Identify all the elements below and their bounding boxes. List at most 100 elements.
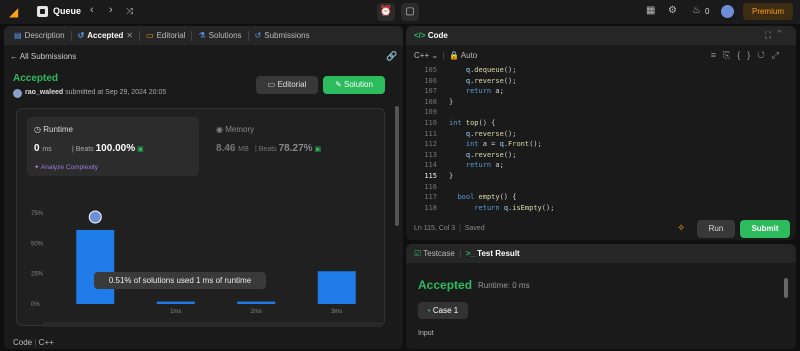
history-icon: ↺	[77, 31, 85, 40]
x-tick-label: 3ms	[331, 309, 342, 315]
tab-editorial[interactable]: ▭ Editorial	[140, 31, 191, 40]
code-line: }	[449, 97, 454, 106]
code-line: return a;	[465, 161, 504, 170]
tab-testcase[interactable]: ☑ Testcase	[414, 249, 455, 258]
problem-list-icon[interactable]	[37, 6, 48, 17]
editorial-button[interactable]: ▭ Editorial	[256, 76, 318, 94]
line-number: 113	[424, 150, 437, 159]
y-tick-label: 0%	[31, 302, 40, 308]
prev-problem-icon[interactable]: ‹	[90, 4, 94, 16]
debug-icon[interactable]: ✧	[677, 223, 685, 234]
code-line: q.reverse();	[465, 76, 517, 85]
tab-accepted[interactable]: ↺ Accepted ✕	[72, 31, 139, 40]
runtime-distribution-chart[interactable]: 75%50%25%0%1ms2ms3ms1ms2ms3ms	[17, 109, 386, 327]
code-line: int top() {	[449, 119, 496, 127]
case-tab[interactable]: • Case 1	[418, 302, 468, 319]
line-number: 109	[424, 108, 437, 117]
scrollbar[interactable]	[395, 106, 399, 226]
edit-icon: ✎	[335, 80, 342, 89]
history-icon: ↺	[254, 31, 262, 40]
lock-icon: 🔒	[449, 51, 460, 60]
result-header: ☑ Testcase | >_ Test Result	[406, 244, 796, 263]
submit-button[interactable]: Submit	[740, 220, 790, 238]
settings-gear-icon[interactable]: ⚙	[668, 5, 677, 16]
chart-bar	[237, 301, 276, 304]
code-line: }	[449, 172, 454, 180]
solution-button[interactable]: ✎ Solution	[323, 76, 385, 94]
panel-controls: ⛶⌃	[765, 30, 788, 41]
submission-meta: rao_waleed submitted at Sep 29, 2024 20:…	[25, 89, 167, 96]
line-number: 106	[424, 76, 437, 85]
chart-bar	[156, 301, 195, 304]
code-line: int a = q.Front();	[465, 140, 542, 149]
flask-icon: ⚗	[198, 31, 206, 40]
reset-icon[interactable]: ↺	[757, 50, 772, 60]
result-panel: ☑ Testcase | >_ Test Result Accepted Run…	[406, 244, 796, 349]
avatar[interactable]	[721, 5, 734, 18]
code-title: </> Code	[414, 31, 448, 40]
fullscreen-icon[interactable]: ⤢	[772, 50, 786, 60]
close-icon[interactable]: ✕	[126, 31, 133, 40]
code-line: q.reverse();	[465, 150, 517, 159]
editor-toolbar: ≡⎘{}↺⤢	[711, 50, 786, 61]
y-tick-label: 25%	[31, 272, 44, 278]
result-status: Accepted	[418, 278, 473, 292]
fire-icon[interactable]: ♨	[692, 5, 701, 16]
my-submission-marker	[88, 210, 102, 224]
chevron-down-icon: ⌄	[431, 51, 439, 60]
streak-count: 0	[705, 7, 710, 16]
document-icon: ▤	[14, 31, 22, 40]
shuffle-icon[interactable]: ⤨	[126, 6, 133, 17]
code-icon: </>	[414, 31, 426, 40]
line-number: 108	[424, 97, 437, 106]
premium-button[interactable]: Premium	[743, 3, 793, 20]
chart-minimap	[43, 322, 382, 327]
user-avatar[interactable]	[13, 89, 22, 98]
y-tick-label: 50%	[31, 241, 44, 247]
submission-status: Accepted	[13, 73, 59, 84]
problem-list-title[interactable]: Queue	[53, 6, 81, 16]
code-line: return a;	[465, 87, 504, 96]
left-tab-bar: ▤ Description ↺ Accepted ✕ ▭ Editorial ⚗ Solu…	[4, 26, 403, 45]
format-icon[interactable]: ≡	[711, 50, 723, 60]
braces-icon[interactable]: {}	[737, 50, 757, 60]
tab-description[interactable]: ▤ Description	[8, 31, 71, 40]
scrollbar[interactable]	[784, 278, 788, 298]
result-tabs: ☑ Testcase | >_ Test Result	[414, 249, 520, 258]
timer-icon[interactable]: ⏰	[377, 3, 395, 21]
code-panel: </> Code ⛶⌃ C++ ⌄ | 🔒 Auto ≡⎘{}↺⤢ 105 q.…	[406, 26, 796, 240]
book-icon: ▭	[267, 80, 276, 89]
back-to-submissions-link[interactable]: ← All Submissions	[10, 52, 76, 61]
next-problem-icon[interactable]: ›	[109, 4, 113, 16]
chevron-up-icon[interactable]: ⌃	[777, 30, 788, 40]
chart-tooltip: 0.51% of solutions used 1 ms of runtime	[94, 272, 266, 289]
tab-submissions[interactable]: ↺ Submissions	[249, 31, 316, 40]
line-number: 111	[424, 129, 437, 138]
run-button[interactable]: Run	[697, 220, 735, 238]
submission-panel: ▤ Description ↺ Accepted ✕ ▭ Editorial ⚗ Solu…	[4, 26, 403, 349]
code-line: q.reverse();	[465, 129, 517, 138]
bookmark-icon[interactable]: ⎘	[723, 50, 737, 60]
maximize-icon[interactable]: ⛶	[765, 30, 777, 40]
line-number: 116	[424, 182, 437, 191]
top-bar: ◢ Queue ‹ › ⤨ ⏰ ▢ ▦ ⚙ ♨ 0 Premium	[0, 0, 800, 24]
input-label: Input	[418, 330, 434, 337]
code-line: bool empty() {	[457, 193, 517, 202]
code-footer: Code | C++	[13, 338, 54, 347]
line-number: 110	[424, 119, 437, 127]
code-editor[interactable]: 105 q.dequeue(); 106 q.reverse(); 107 retu…	[406, 64, 796, 214]
chart-bar	[76, 229, 115, 304]
leetcode-logo-icon[interactable]: ◢	[9, 5, 23, 19]
tab-solutions[interactable]: ⚗ Solutions	[192, 31, 247, 40]
share-link-icon[interactable]: 🔗	[386, 51, 397, 62]
line-number: 105	[424, 66, 437, 74]
username-link[interactable]: rao_waleed	[25, 89, 63, 96]
tab-test-result[interactable]: >_ Test Result	[466, 249, 520, 258]
language-select[interactable]: C++ ⌄ | 🔒 Auto	[414, 51, 477, 60]
notes-icon[interactable]: ▢	[401, 3, 419, 21]
book-icon: ▭	[146, 31, 154, 40]
y-tick-label: 75%	[31, 211, 44, 217]
line-number: 117	[424, 193, 437, 202]
layout-icon[interactable]: ▦	[646, 5, 655, 16]
line-number: 118	[424, 203, 437, 212]
